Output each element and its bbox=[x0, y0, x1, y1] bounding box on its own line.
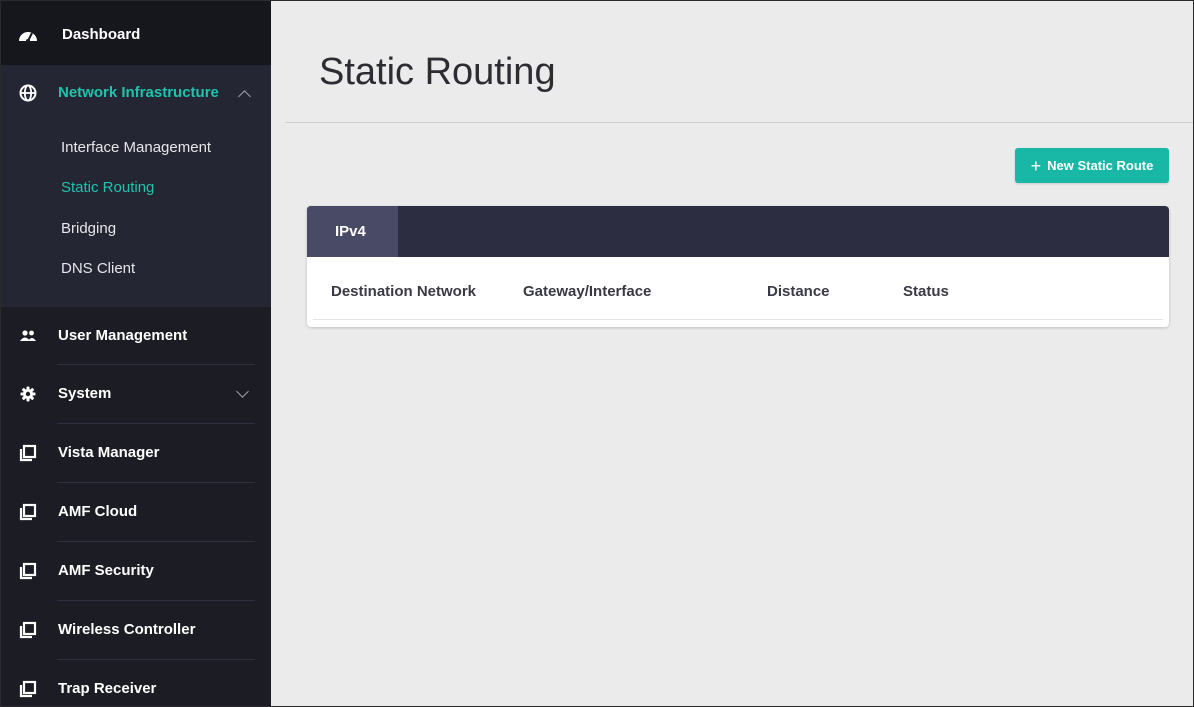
chevron-down-icon bbox=[236, 385, 249, 398]
sidebar-item-label: AMF Security bbox=[58, 562, 154, 579]
sidebar-item-amf-security[interactable]: AMF Security bbox=[1, 542, 271, 600]
routes-table-card: IPv4 Destination Network Gateway/Interfa… bbox=[307, 206, 1169, 327]
tab-bar: IPv4 bbox=[307, 206, 1169, 257]
sidebar-item-label: User Management bbox=[58, 327, 188, 344]
new-static-route-label: New Static Route bbox=[1047, 158, 1154, 173]
app-window: Dashboard Network Infrastructure Interfa… bbox=[0, 0, 1194, 707]
globe-icon bbox=[17, 82, 39, 104]
sidebar-item-amf-cloud[interactable]: AMF Cloud bbox=[1, 483, 271, 541]
sidebar-item-dashboard[interactable]: Dashboard bbox=[1, 1, 271, 65]
external-window-icon bbox=[17, 560, 39, 582]
sidebar-group-network-infrastructure: Network Infrastructure Interface Managem… bbox=[1, 65, 271, 307]
sidebar-item-user-management[interactable]: User Management bbox=[1, 307, 271, 365]
table-header-divider bbox=[313, 319, 1163, 320]
chevron-up-icon bbox=[238, 90, 251, 103]
external-window-icon bbox=[17, 678, 39, 700]
sidebar-item-wireless-controller[interactable]: Wireless Controller bbox=[1, 601, 271, 659]
gear-icon bbox=[17, 383, 39, 405]
sidebar-item-vista-manager[interactable]: Vista Manager bbox=[1, 424, 271, 482]
plus-icon: + bbox=[1030, 155, 1042, 176]
sidebar-item-label: AMF Cloud bbox=[58, 503, 138, 520]
sidebar-item-label: Dashboard bbox=[62, 26, 141, 43]
sidebar-item-label: Wireless Controller bbox=[58, 621, 196, 638]
sidebar-subitem-interface-management[interactable]: Interface Management bbox=[61, 139, 211, 156]
external-window-icon bbox=[17, 442, 39, 464]
sidebar-item-label: System bbox=[58, 385, 112, 402]
external-window-icon bbox=[17, 619, 39, 641]
sidebar-item-system[interactable]: System bbox=[1, 365, 271, 423]
external-window-icon bbox=[17, 501, 39, 523]
sidebar-subitem-static-routing[interactable]: Static Routing bbox=[61, 179, 154, 196]
speedometer-icon bbox=[17, 24, 39, 46]
sidebar-subitem-bridging[interactable]: Bridging bbox=[61, 220, 116, 237]
tab-label: IPv4 bbox=[335, 223, 366, 240]
tab-ipv4[interactable]: IPv4 bbox=[307, 206, 398, 257]
column-header-gateway-interface[interactable]: Gateway/Interface bbox=[523, 283, 651, 300]
sidebar-item-label: Trap Receiver bbox=[58, 680, 157, 697]
sidebar-subitem-dns-client[interactable]: DNS Client bbox=[61, 260, 135, 277]
column-header-destination-network[interactable]: Destination Network bbox=[331, 283, 476, 300]
sidebar: Dashboard Network Infrastructure Interfa… bbox=[1, 1, 271, 706]
new-static-route-button[interactable]: + New Static Route bbox=[1015, 148, 1169, 183]
title-divider bbox=[285, 122, 1193, 123]
column-header-distance[interactable]: Distance bbox=[767, 283, 830, 300]
sidebar-item-trap-receiver[interactable]: Trap Receiver bbox=[1, 660, 271, 706]
main-content: Static Routing + New Static Route IPv4 D… bbox=[271, 1, 1193, 706]
sidebar-item-label: Network Infrastructure bbox=[58, 84, 219, 101]
sidebar-item-label: Vista Manager bbox=[58, 444, 160, 461]
sidebar-item-network-infrastructure[interactable]: Network Infrastructure bbox=[1, 65, 271, 121]
page-title: Static Routing bbox=[319, 51, 556, 93]
column-header-status[interactable]: Status bbox=[903, 283, 949, 300]
users-icon bbox=[17, 325, 39, 347]
